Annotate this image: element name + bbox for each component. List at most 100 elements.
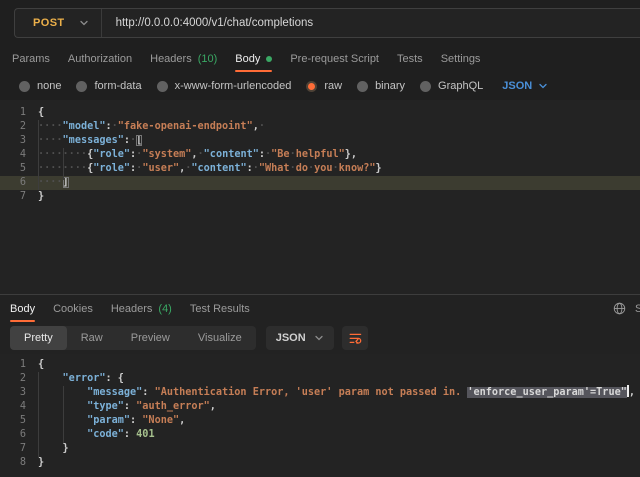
line-number: 3 (0, 386, 26, 400)
code-line[interactable]: 2····"model":·"fake-openai-endpoint",· (0, 120, 640, 134)
line-number: 5 (0, 162, 26, 176)
tab-label: Headers (150, 53, 192, 65)
radio-icon (420, 81, 431, 92)
code-line[interactable]: 1{ (0, 358, 640, 372)
body-type-row: none form-data x-www-form-urlencoded raw bin… (0, 72, 640, 100)
radio-label: binary (375, 80, 405, 92)
response-section: Body Cookies Headers (4) Test Results S Pret… (0, 294, 640, 477)
tab-count-badge: (4) (158, 303, 171, 315)
response-tab-test-results[interactable]: Test Results (190, 296, 250, 322)
request-language-dropdown[interactable]: JSON (502, 80, 548, 92)
response-body-editor[interactable]: 1{2 "error": {3 "message": "Authenticati… (0, 354, 640, 477)
body-type-radio-graphql[interactable]: GraphQL (420, 80, 483, 92)
code-line[interactable]: 7 } (0, 442, 640, 456)
code-line[interactable]: 7} (0, 190, 640, 204)
tab-label: Body (235, 53, 260, 65)
request-tab-body[interactable]: Body (235, 46, 272, 72)
view-mode-visualize[interactable]: Visualize (184, 326, 256, 350)
code-line[interactable]: 3 "message": "Authentication Error, 'use… (0, 386, 640, 400)
request-tab-authorization[interactable]: Authorization (68, 46, 132, 72)
tab-label: Cookies (53, 303, 93, 315)
line-number: 1 (0, 106, 26, 120)
view-mode-preview[interactable]: Preview (117, 326, 184, 350)
tab-label: Pre-request Script (290, 53, 379, 65)
body-type-radio-form-data[interactable]: form-data (76, 80, 141, 92)
radio-icon (157, 81, 168, 92)
request-body-editor[interactable]: 1{2····"model":·"fake-openai-endpoint",·… (0, 100, 640, 294)
indent-guide (38, 120, 39, 190)
response-tab-headers[interactable]: Headers (4) (111, 296, 172, 322)
line-number: 2 (0, 120, 26, 134)
wrap-line-button[interactable] (342, 326, 368, 350)
url-bar: POST http://0.0.0.0:4000/v1/chat/complet… (14, 8, 640, 38)
line-number: 4 (0, 148, 26, 162)
line-number: 5 (0, 414, 26, 428)
view-mode-pretty[interactable]: Pretty (10, 326, 67, 350)
request-tab-tests[interactable]: Tests (397, 46, 423, 72)
radio-icon (306, 81, 317, 92)
radio-label: x-www-form-urlencoded (175, 80, 292, 92)
radio-label: GraphQL (438, 80, 483, 92)
chevron-down-icon (538, 81, 548, 91)
line-number: 8 (0, 456, 26, 470)
line-number: 7 (0, 190, 26, 204)
url-input[interactable]: http://0.0.0.0:4000/v1/chat/completions (116, 17, 314, 29)
request-language-label: JSON (502, 80, 532, 92)
line-number: 6 (0, 428, 26, 442)
response-tabs-right: S (612, 295, 640, 322)
code-line[interactable]: 3····"messages":·[ (0, 134, 640, 148)
code-line[interactable]: 4········{"role":·"system",·"content":·"… (0, 148, 640, 162)
radio-label: form-data (94, 80, 141, 92)
radio-label: none (37, 80, 61, 92)
tab-count-badge: (10) (198, 53, 218, 65)
line-number: 3 (0, 134, 26, 148)
code-line[interactable]: 5········{"role":·"user",·"content":·"Wh… (0, 162, 640, 176)
tab-label: Settings (441, 53, 481, 65)
request-tabs: Params Authorization Headers (10) Body Pre-re… (0, 46, 640, 72)
radio-icon (357, 81, 368, 92)
method-dropdown[interactable]: POST (15, 17, 101, 29)
line-number: 1 (0, 358, 26, 372)
code-line[interactable]: 6····] (0, 176, 640, 190)
radio-icon (19, 81, 30, 92)
tab-label: Tests (397, 53, 423, 65)
response-tab-cookies[interactable]: Cookies (53, 296, 93, 322)
response-tab-body[interactable]: Body (10, 296, 35, 322)
indent-guide (63, 386, 64, 443)
request-tab-settings[interactable]: Settings (441, 46, 481, 72)
request-tab-pre-request-script[interactable]: Pre-request Script (290, 46, 379, 72)
code-line[interactable]: 5 "param": "None", (0, 414, 640, 428)
tab-label: Authorization (68, 53, 132, 65)
view-mode-group: PrettyRawPreviewVisualize (10, 326, 256, 350)
code-line[interactable]: 4 "type": "auth_error", (0, 400, 640, 414)
radio-icon (76, 81, 87, 92)
body-type-radio-x-www-form-urlencoded[interactable]: x-www-form-urlencoded (157, 80, 292, 92)
code-line[interactable]: 6 "code": 401 (0, 428, 640, 442)
request-tab-headers[interactable]: Headers (10) (150, 46, 217, 72)
indent-guide (63, 148, 64, 180)
tab-label: Headers (111, 303, 153, 315)
radio-label: raw (324, 80, 342, 92)
wrap-line-icon (347, 330, 363, 346)
response-tabs: Body Cookies Headers (4) Test Results S (0, 295, 640, 322)
response-toolbar: PrettyRawPreviewVisualize JSON (0, 322, 640, 354)
request-url-row: POST http://0.0.0.0:4000/v1/chat/complet… (0, 0, 640, 46)
globe-icon[interactable] (612, 301, 627, 316)
line-number: 2 (0, 372, 26, 386)
tab-label: Test Results (190, 303, 250, 315)
view-mode-raw[interactable]: Raw (67, 326, 117, 350)
line-number: 6 (0, 176, 26, 190)
body-type-radio-binary[interactable]: binary (357, 80, 405, 92)
response-language-dropdown[interactable]: JSON (266, 326, 334, 350)
code-line[interactable]: 2 "error": { (0, 372, 640, 386)
chevron-down-icon (79, 18, 89, 28)
indent-guide (38, 372, 39, 457)
code-line[interactable]: 8} (0, 456, 640, 470)
divider (101, 9, 102, 37)
chevron-down-icon (314, 333, 324, 343)
body-type-radio-raw[interactable]: raw (306, 80, 342, 92)
tab-label: Params (12, 53, 50, 65)
request-tab-params[interactable]: Params (12, 46, 50, 72)
code-line[interactable]: 1{ (0, 106, 640, 120)
body-type-radio-none[interactable]: none (19, 80, 61, 92)
